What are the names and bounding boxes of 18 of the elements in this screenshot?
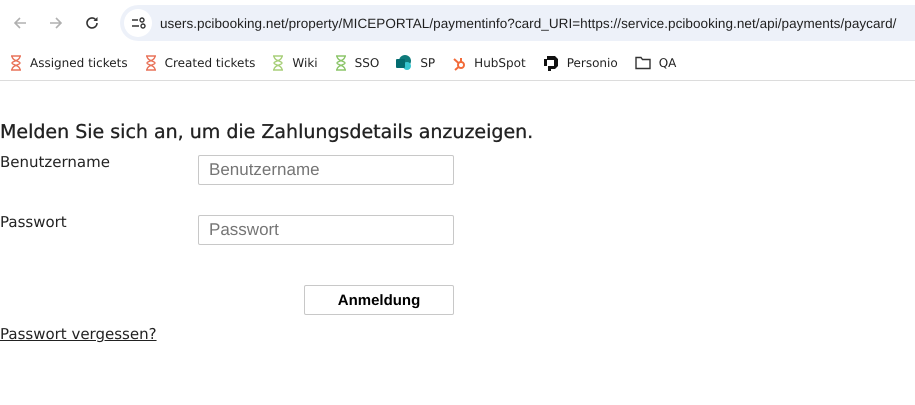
input-field[interactable]: Passwort	[198, 215, 454, 245]
reload-icon[interactable]	[84, 15, 100, 31]
bookmark[interactable]: Wiki	[272, 55, 318, 71]
bookmark[interactable]: HubSpot	[452, 55, 526, 71]
site-settings-icon[interactable]	[124, 9, 152, 37]
input-field[interactable]: Benutzername	[198, 155, 454, 185]
bookmark[interactable]: SP	[396, 55, 436, 71]
bookmark[interactable]: SSO	[334, 55, 380, 71]
forgot-password-link[interactable]: Passwort vergessen?	[0, 325, 157, 343]
field-label: Passwort	[0, 213, 68, 231]
address-bar[interactable]: users.pcibooking.net/property/MICEPORTAL/paymentinfo?card_URI=https://service.pcibooking.net/api/payments/paycard/	[120, 5, 915, 41]
bookmark[interactable]: QA	[634, 56, 676, 70]
field-label: Benutzername	[0, 153, 111, 171]
bookmark[interactable]: Personio	[542, 55, 618, 71]
page-heading: Melden Sie sich an, um die Zahlungsdetails anzuzeigen.	[0, 121, 534, 143]
login-button[interactable]: Anmeldung	[304, 285, 454, 315]
bookmark[interactable]: Assigned tickets	[10, 55, 128, 71]
bookmark[interactable]: Created tickets	[144, 55, 256, 71]
